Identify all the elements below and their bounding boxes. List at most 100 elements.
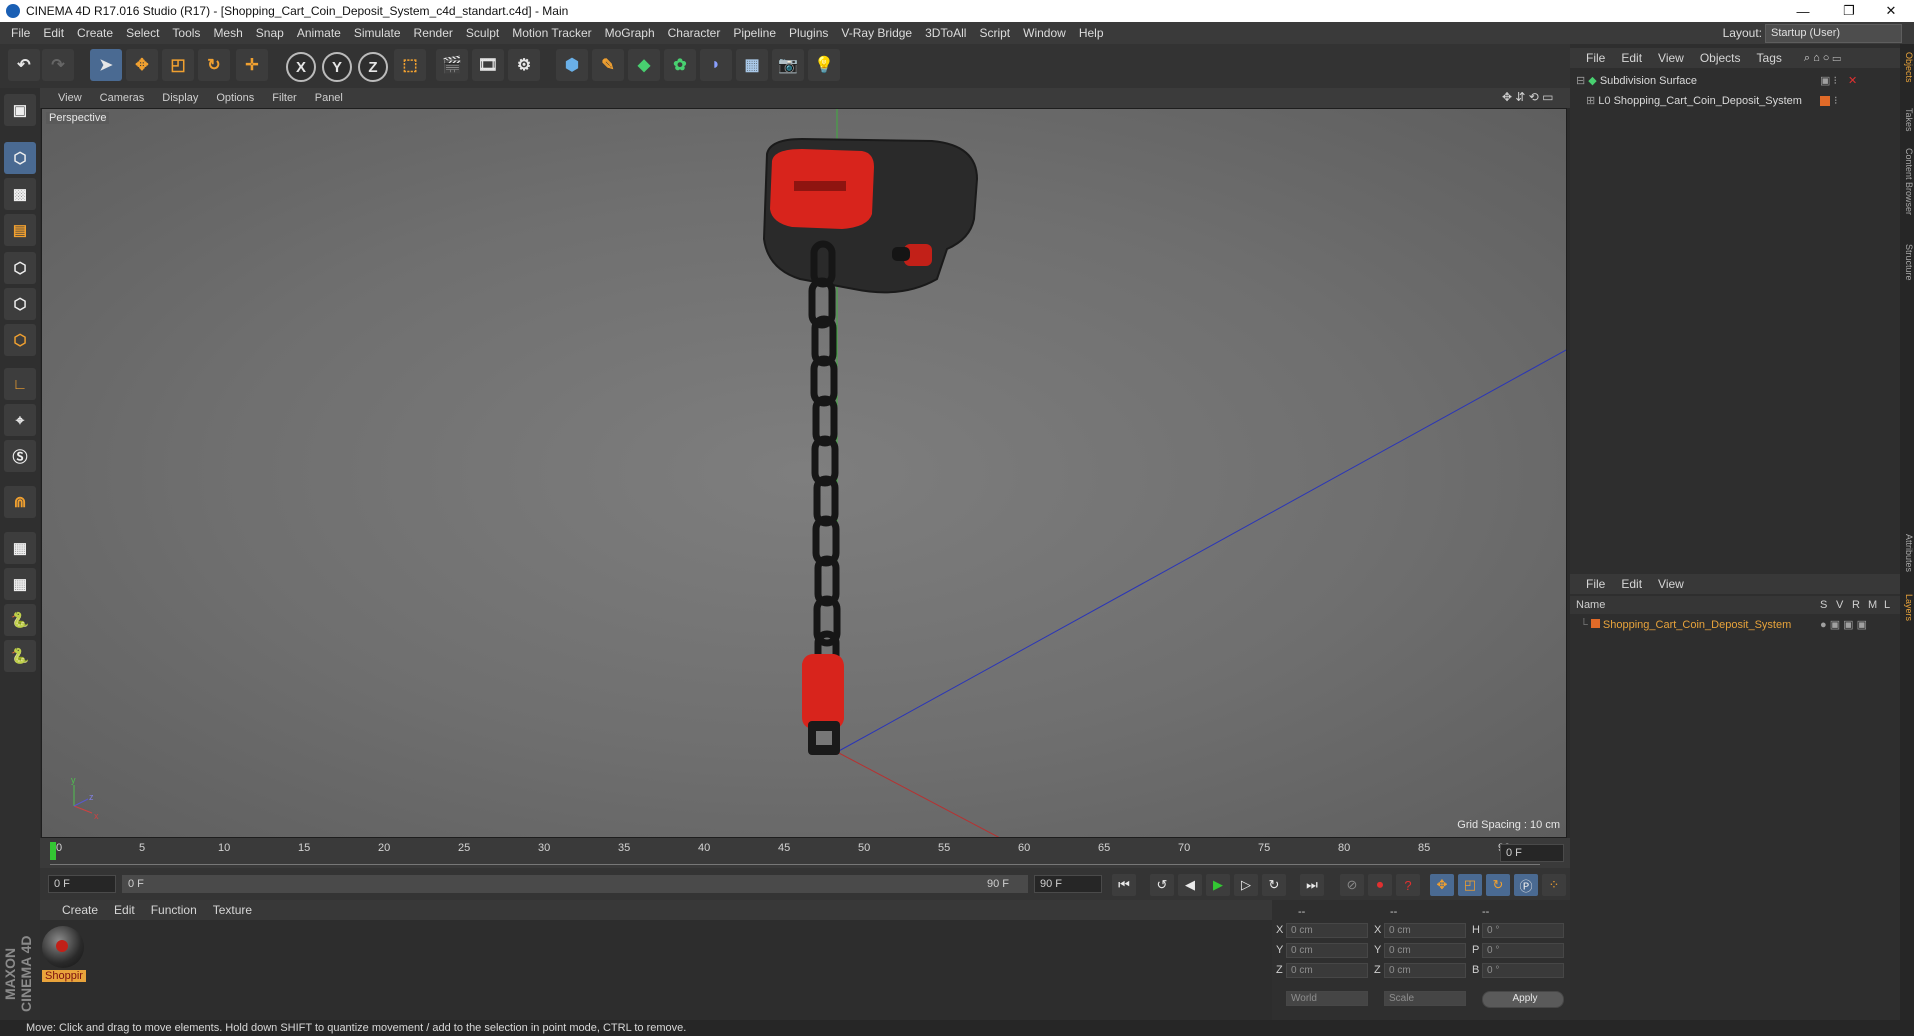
pen-spline-icon[interactable]: ✎ bbox=[592, 49, 624, 81]
pos-y-field[interactable]: 0 cm bbox=[1286, 943, 1368, 958]
snap-s-icon[interactable]: Ⓢ bbox=[4, 440, 36, 472]
workplane-icon[interactable]: ▤ bbox=[4, 214, 36, 246]
pos-x-field[interactable]: 0 cm bbox=[1286, 923, 1368, 938]
side-tab-attributes[interactable]: Attributes bbox=[1900, 534, 1914, 572]
deformer-icon[interactable]: ◗ bbox=[700, 49, 732, 81]
menu-character[interactable]: Character bbox=[666, 26, 723, 40]
key-parameter-icon[interactable]: Ⓟ bbox=[1514, 874, 1538, 896]
object-dots-icon[interactable]: ⁝ bbox=[1834, 92, 1838, 110]
autokey-icon[interactable]: ⏺ bbox=[1368, 874, 1392, 896]
apply-button[interactable]: Apply bbox=[1482, 991, 1564, 1008]
camera-icon[interactable]: 📷 bbox=[772, 49, 804, 81]
menu-window[interactable]: Window bbox=[1021, 26, 1068, 40]
viewport-menu-display[interactable]: Display bbox=[162, 92, 198, 104]
size-x-field[interactable]: 0 cm bbox=[1384, 923, 1466, 938]
y-axis-toggle[interactable]: Y bbox=[322, 52, 352, 82]
next-key-icon[interactable]: ↻ bbox=[1262, 874, 1286, 896]
menu-create[interactable]: Create bbox=[75, 26, 115, 40]
minimize-button[interactable]: — bbox=[1780, 0, 1826, 22]
magnet-icon[interactable]: ⋒ bbox=[4, 486, 36, 518]
side-tab-structure[interactable]: Structure bbox=[1900, 244, 1914, 281]
python-script-icon[interactable]: 🐍 bbox=[4, 604, 36, 636]
viewport-menu-filter[interactable]: Filter bbox=[272, 92, 296, 104]
restore-button[interactable]: ❐ bbox=[1826, 0, 1872, 22]
material-menu-texture[interactable]: Texture bbox=[213, 903, 252, 917]
menu-tools[interactable]: Tools bbox=[170, 26, 202, 40]
key-scale-icon[interactable]: ◰ bbox=[1458, 874, 1482, 896]
rotate-tool-icon[interactable]: ↻ bbox=[198, 49, 230, 81]
redo-icon[interactable]: ↷ bbox=[42, 49, 74, 81]
menu-vray-bridge[interactable]: V-Ray Bridge bbox=[839, 26, 914, 40]
menu-help[interactable]: Help bbox=[1077, 26, 1106, 40]
objects-menu-edit[interactable]: Edit bbox=[1621, 51, 1642, 65]
material-menu-function[interactable]: Function bbox=[151, 903, 197, 917]
menu-file[interactable]: File bbox=[9, 26, 32, 40]
cube-primitive-icon[interactable]: ⬢ bbox=[556, 49, 588, 81]
axis-mode-icon[interactable]: ∟ bbox=[4, 368, 36, 400]
coordinate-system-icon[interactable]: ⬚ bbox=[394, 49, 426, 81]
material-menu-edit[interactable]: Edit bbox=[114, 903, 135, 917]
key-rotation-icon[interactable]: ↻ bbox=[1486, 874, 1510, 896]
z-axis-toggle[interactable]: Z bbox=[358, 52, 388, 82]
viewport-menu-view[interactable]: View bbox=[58, 92, 82, 104]
visibility-toggle-icon[interactable]: ▣ ⁝ bbox=[1820, 72, 1837, 90]
rot-h-field[interactable]: 0 ° bbox=[1482, 923, 1564, 938]
layers-menu-file[interactable]: File bbox=[1586, 577, 1605, 591]
menu-simulate[interactable]: Simulate bbox=[352, 26, 403, 40]
viewport-menu-cameras[interactable]: Cameras bbox=[100, 92, 145, 104]
mograph-cloner-icon[interactable]: ✿ bbox=[664, 49, 696, 81]
start-frame-field[interactable]: 0 F bbox=[48, 875, 116, 893]
previous-frame-icon[interactable]: ◀ bbox=[1178, 874, 1202, 896]
layer-color-swatch[interactable] bbox=[1820, 96, 1830, 106]
tweak-mode-icon[interactable]: ⌖ bbox=[4, 404, 36, 436]
tree-expand-icon[interactable]: ⊟ bbox=[1576, 75, 1585, 87]
edges-mode-icon[interactable]: ⬡ bbox=[4, 288, 36, 320]
menu-render[interactable]: Render bbox=[412, 26, 455, 40]
menu-mesh[interactable]: Mesh bbox=[211, 26, 244, 40]
python-script-2-icon[interactable]: 🐍 bbox=[4, 640, 36, 672]
keyframe-selection-icon[interactable]: ? bbox=[1396, 874, 1420, 896]
key-position-icon[interactable]: ✥ bbox=[1430, 874, 1454, 896]
undo-icon[interactable]: ↶ bbox=[8, 49, 40, 81]
size-z-field[interactable]: 0 cm bbox=[1384, 963, 1466, 978]
layout-select[interactable]: Startup (User) bbox=[1765, 24, 1902, 43]
make-editable-icon[interactable]: ▣ bbox=[4, 94, 36, 126]
render-picture-viewer-icon[interactable]: 🎞 bbox=[472, 49, 504, 81]
subdivision-surface-icon[interactable]: ◆ bbox=[628, 49, 660, 81]
selection-cursor-icon[interactable]: ➤ bbox=[90, 49, 122, 81]
transform-tool-icon[interactable]: ✛ bbox=[236, 49, 268, 81]
menu-plugins[interactable]: Plugins bbox=[787, 26, 830, 40]
planar-workplane-icon[interactable]: ▦ bbox=[4, 568, 36, 600]
rot-p-field[interactable]: 0 ° bbox=[1482, 943, 1564, 958]
next-frame-icon[interactable]: ▷ bbox=[1234, 874, 1258, 896]
layer-row-coin-deposit[interactable]: └ Shopping_Cart_Coin_Deposit_System ● ▣ … bbox=[1570, 616, 1900, 634]
side-tab-objects[interactable]: Objects bbox=[1900, 52, 1914, 83]
record-keys-icon[interactable]: ⊘ bbox=[1340, 874, 1364, 896]
go-to-end-icon[interactable]: ⏭ bbox=[1300, 874, 1324, 896]
light-bulb-icon[interactable]: 💡 bbox=[808, 49, 840, 81]
layers-menu-edit[interactable]: Edit bbox=[1621, 577, 1642, 591]
render-settings-icon[interactable]: ⚙ bbox=[508, 49, 540, 81]
texture-mode-icon[interactable]: ▩ bbox=[4, 178, 36, 210]
side-tab-takes[interactable]: Takes bbox=[1900, 108, 1914, 132]
menu-script[interactable]: Script bbox=[977, 26, 1012, 40]
objects-menu-file[interactable]: File bbox=[1586, 51, 1605, 65]
side-tab-content-browser[interactable]: Content Browser bbox=[1900, 148, 1914, 215]
points-mode-icon[interactable]: ⬡ bbox=[4, 252, 36, 284]
close-button[interactable]: ✕ bbox=[1868, 0, 1914, 22]
size-mode-select[interactable]: Scale bbox=[1384, 991, 1466, 1006]
go-to-start-icon[interactable]: ⏮ bbox=[1112, 874, 1136, 896]
menu-edit[interactable]: Edit bbox=[41, 26, 66, 40]
disabled-x-icon[interactable]: ✕ bbox=[1848, 72, 1857, 90]
viewport-nav-icons[interactable]: ✥ ⇵ ⟲ ▭ bbox=[1502, 90, 1554, 104]
material-swatch[interactable]: Shoppir bbox=[42, 926, 86, 988]
objects-search-icons[interactable]: ⌕ ⌂ ○ ▭ bbox=[1804, 52, 1841, 65]
play-icon[interactable]: ▶ bbox=[1206, 874, 1230, 896]
coordinate-space-select[interactable]: World bbox=[1286, 991, 1368, 1006]
timeline-track[interactable]: 0 5 10 15 20 25 30 35 40 45 50 55 60 65 … bbox=[50, 842, 1540, 865]
menu-animate[interactable]: Animate bbox=[295, 26, 343, 40]
menu-motion-tracker[interactable]: Motion Tracker bbox=[510, 26, 593, 40]
current-frame-field[interactable]: 0 F bbox=[1500, 844, 1564, 862]
objects-menu-view[interactable]: View bbox=[1658, 51, 1684, 65]
move-tool-icon[interactable]: ✥ bbox=[126, 49, 158, 81]
